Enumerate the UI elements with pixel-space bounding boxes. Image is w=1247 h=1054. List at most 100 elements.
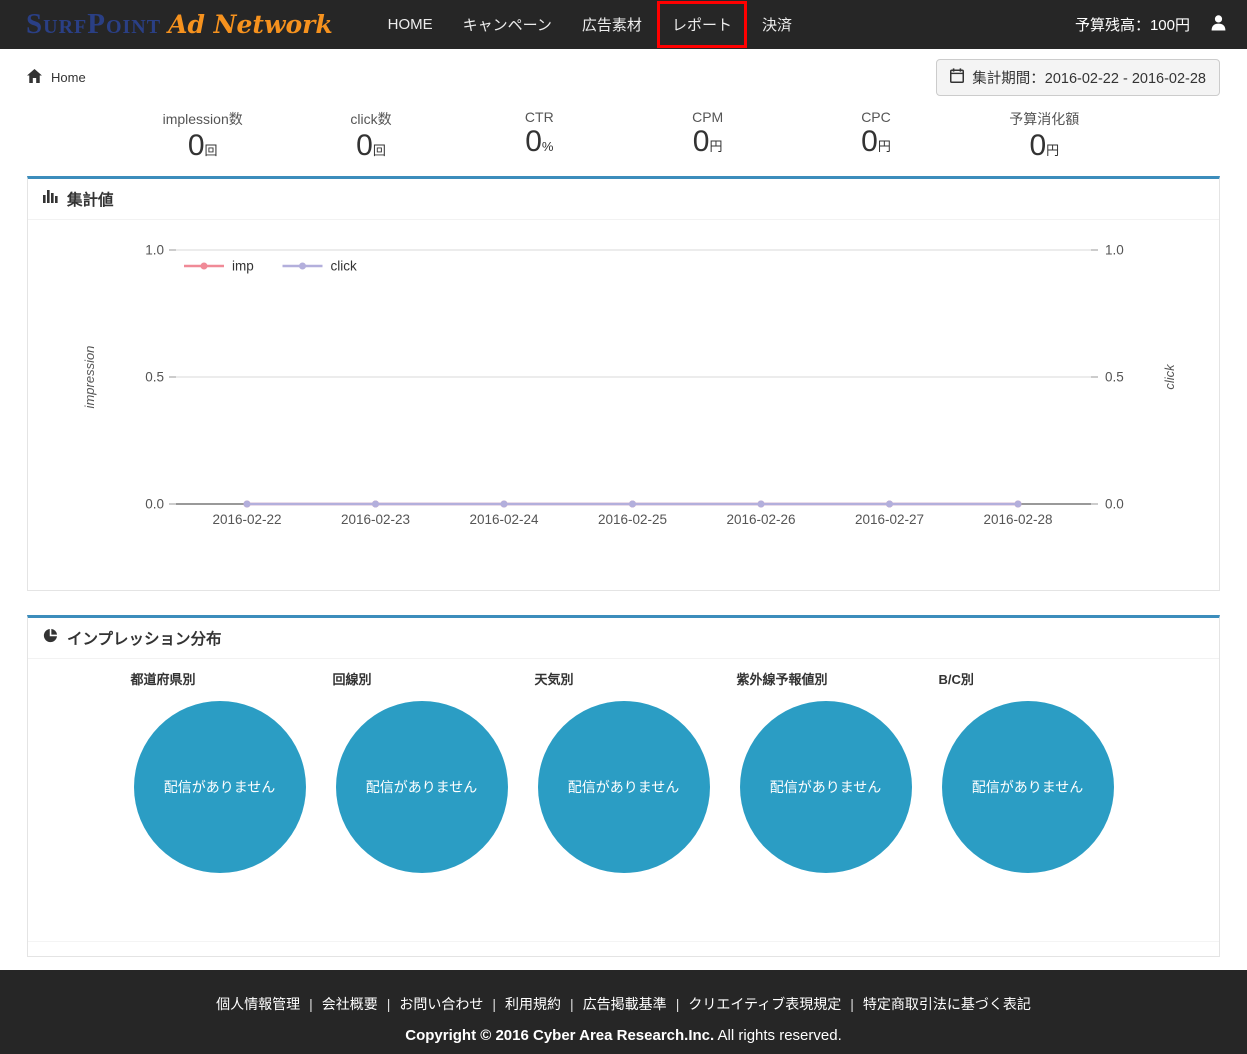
stat-value: 0回 <box>287 129 455 164</box>
right-axis-title: click <box>1162 362 1177 389</box>
y-tick-label-left: 0.0 <box>145 496 164 511</box>
stat-unit: 回 <box>205 143 218 158</box>
x-tick-label: 2016-02-26 <box>726 512 795 527</box>
footer-link-3[interactable]: 利用規約 <box>496 994 570 1014</box>
x-tick-label: 2016-02-28 <box>983 512 1052 527</box>
legend-label-imp[interactable]: imp <box>232 258 254 273</box>
pie-chart-1: 回線別配信がありません <box>321 669 523 873</box>
x-tick-label: 2016-02-25 <box>598 512 667 527</box>
footer-link-2[interactable]: お問い合わせ <box>390 994 492 1014</box>
stat-number: 0 <box>693 125 710 158</box>
stat-1: click数0回 <box>287 109 455 164</box>
legend-dot-imp[interactable] <box>201 262 208 269</box>
footer-copyright-normal: All rights reserved. <box>718 1027 842 1044</box>
footer-link-4[interactable]: 広告掲載基準 <box>574 994 676 1014</box>
footer-link-6[interactable]: 特定商取引法に基づく表記 <box>854 994 1040 1014</box>
pie-chart-3: 紫外線予報値別配信がありません <box>725 669 927 873</box>
stat-number: 0 <box>525 125 542 158</box>
stat-unit: 円 <box>1046 143 1059 158</box>
nav-menu: HOMEキャンペーン広告素材レポート決済 <box>373 1 807 48</box>
budget-balance-label: 予算残高：100円 <box>1075 14 1190 35</box>
pie-chart-label: 天気別 <box>523 669 725 688</box>
nav-item-3[interactable]: レポート <box>657 1 747 48</box>
footer-links: 個人情報管理|会社概要|お問い合わせ|利用規約|広告掲載基準|クリエイティブ表現… <box>0 994 1247 1014</box>
pie-chart-label: 紫外線予報値別 <box>725 669 927 688</box>
user-menu-button[interactable] <box>1210 14 1227 35</box>
stat-number: 0 <box>1029 129 1046 162</box>
x-tick-label: 2016-02-24 <box>469 512 539 527</box>
distribution-panel-header: インプレッション分布 <box>28 618 1219 659</box>
home-icon <box>27 69 42 86</box>
y-tick-label-right: 0.5 <box>1105 369 1124 384</box>
footer-link-0[interactable]: 個人情報管理 <box>207 994 309 1014</box>
distribution-panel-footer <box>28 941 1219 956</box>
pie-empty-circle: 配信がありません <box>134 701 306 873</box>
y-tick-label-right: 1.0 <box>1105 242 1124 257</box>
navbar: SurfPoint Ad Network HOMEキャンペーン広告素材レポート決… <box>0 0 1247 49</box>
pie-chart-label: 都道府県別 <box>119 669 321 688</box>
x-tick-label: 2016-02-22 <box>212 512 281 527</box>
series-point-click <box>244 500 251 507</box>
stat-number: 0 <box>188 129 205 162</box>
stat-0: implession数0回 <box>119 109 287 164</box>
series-point-click <box>1015 500 1022 507</box>
stat-number: 0 <box>861 125 878 158</box>
x-tick-label: 2016-02-27 <box>855 512 924 527</box>
footer-copyright: Copyright © 2016 Cyber Area Research.Inc… <box>0 1027 1247 1044</box>
calendar-icon <box>950 68 964 87</box>
legend-dot-click[interactable] <box>299 262 306 269</box>
pies-row: 都道府県別配信がありません回線別配信がありません天気別配信がありません紫外線予報… <box>119 669 1129 873</box>
summary-line-chart: 1.01.00.50.50.00.0impressionclick2016-02… <box>28 228 1218 540</box>
stat-value: 0円 <box>960 129 1128 164</box>
x-tick-label: 2016-02-23 <box>341 512 410 527</box>
stat-label: implession数 <box>119 109 287 129</box>
footer-link-1[interactable]: 会社概要 <box>313 994 387 1014</box>
series-point-click <box>886 500 893 507</box>
series-point-click <box>501 500 508 507</box>
pie-empty-circle: 配信がありません <box>740 701 912 873</box>
series-point-click <box>372 500 379 507</box>
stat-2: CTR0% <box>455 109 623 164</box>
stat-number: 0 <box>356 129 373 162</box>
footer-copyright-strong: Copyright © 2016 Cyber Area Research.Inc… <box>405 1027 714 1044</box>
pie-chart-label: B/C別 <box>927 669 1129 688</box>
user-icon <box>1210 14 1227 35</box>
pie-empty-circle: 配信がありません <box>942 701 1114 873</box>
legend-label-click[interactable]: click <box>331 258 357 273</box>
brand-logo[interactable]: SurfPoint Ad Network <box>26 8 333 41</box>
nav-item-4[interactable]: 決済 <box>747 1 807 48</box>
nav-item-2[interactable]: 広告素材 <box>567 1 657 48</box>
footer-link-5[interactable]: クリエイティブ表現規定 <box>679 994 850 1014</box>
y-tick-label-left: 1.0 <box>145 242 164 257</box>
pie-empty-circle: 配信がありません <box>336 701 508 873</box>
pies-spacer <box>28 873 1219 941</box>
stat-value: 0回 <box>119 129 287 164</box>
pie-chart-2: 天気別配信がありません <box>523 669 725 873</box>
nav-item-1[interactable]: キャンペーン <box>448 1 567 48</box>
distribution-panel-title: インプレッション分布 <box>67 627 222 649</box>
breadcrumb-home-link[interactable]: Home <box>27 69 86 86</box>
brand-secondary-text: Ad Network <box>168 10 333 39</box>
stat-label: CPC <box>792 109 960 125</box>
period-range-button[interactable]: 集計期間：2016-02-22 - 2016-02-28 <box>936 59 1220 96</box>
stat-unit: 円 <box>709 139 722 154</box>
breadcrumb-bar: Home 集計期間：2016-02-22 - 2016-02-28 <box>0 49 1247 105</box>
stat-value: 0円 <box>623 125 791 160</box>
series-point-click <box>629 500 636 507</box>
breadcrumb-home-label: Home <box>51 70 86 85</box>
nav-item-0[interactable]: HOME <box>373 3 448 46</box>
navbar-right: 予算残高：100円 <box>1075 14 1227 35</box>
stat-3: CPM0円 <box>623 109 791 164</box>
stat-value: 0% <box>455 125 623 160</box>
stat-label: CTR <box>455 109 623 125</box>
stat-unit: % <box>542 139 554 154</box>
brand-primary-text: SurfPoint <box>26 8 161 41</box>
pie-chart-label: 回線別 <box>321 669 523 688</box>
footer: 個人情報管理|会社概要|お問い合わせ|利用規約|広告掲載基準|クリエイティブ表現… <box>0 970 1247 1054</box>
summary-chart-container: 1.01.00.50.50.00.0impressionclick2016-02… <box>28 220 1219 590</box>
summary-panel-title: 集計値 <box>67 188 114 210</box>
pie-chart-4: B/C別配信がありません <box>927 669 1129 873</box>
period-range-label: 集計期間：2016-02-22 - 2016-02-28 <box>972 67 1206 88</box>
pie-empty-circle: 配信がありません <box>538 701 710 873</box>
summary-stats-row: implession数0回click数0回CTR0%CPM0円CPC0円予算消化… <box>119 109 1129 164</box>
